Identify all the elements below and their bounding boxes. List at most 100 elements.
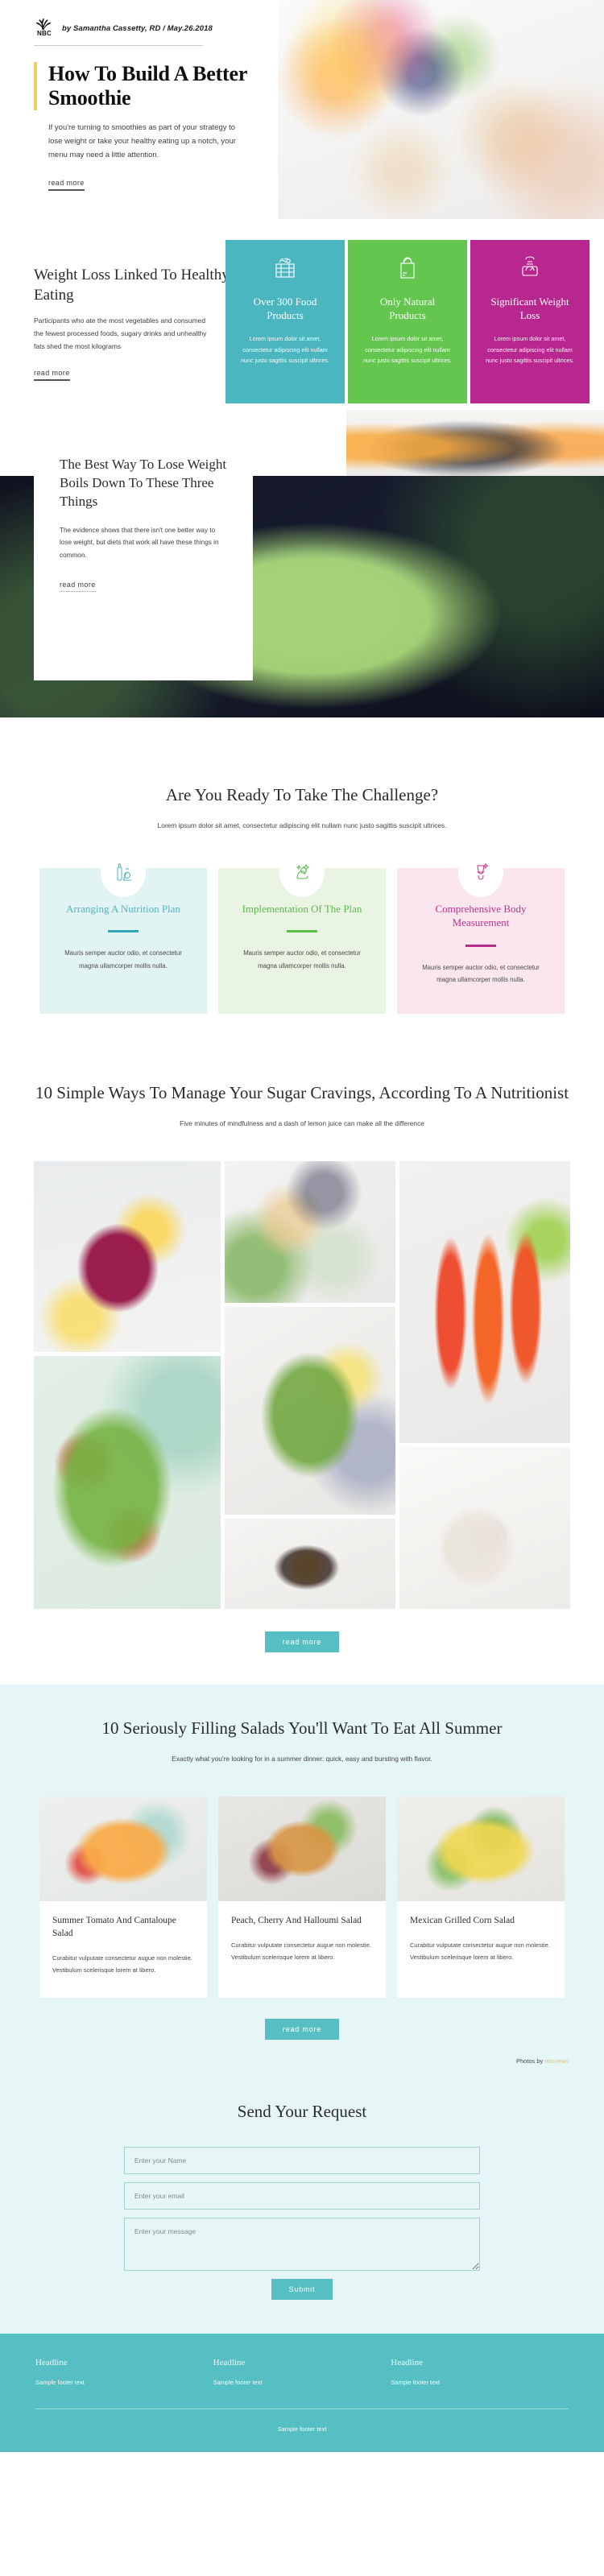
footer-headline: Headline [213,2358,246,2368]
sugar-cravings-section: 10 Simple Ways To Manage Your Sugar Crav… [0,1058,604,1685]
salad-card-text: Curabitur vulputate consectetur augue no… [410,1941,550,1961]
best-way-title: The Best Way To Lose Weight Boils Down T… [60,456,227,510]
page-footer: Headline Sample footer text Headline Sam… [0,2334,604,2453]
salad-card-image [218,1797,386,1902]
footer-column: Headline Sample footer text [391,2358,569,2386]
weight-scale-icon [483,251,577,283]
gallery-photo[interactable] [34,1161,221,1353]
footer-headline: Headline [35,2358,68,2368]
salad-card-text: Curabitur vulputate consectetur augue no… [231,1941,371,1961]
fruit-toast-image [346,409,604,481]
salad-card-image [39,1797,207,1902]
weight-loss-read-more-link[interactable]: read more [34,369,70,381]
gallery-subheading: Five minutes of mindfulness and a dash o… [180,1119,424,1128]
message-input[interactable] [124,2218,480,2272]
challenge-card-title: Implementation Of The Plan [242,902,362,915]
footer-text: Sample footer text [35,2379,85,2387]
nbc-logo-icon: NBC [34,18,55,39]
gallery-heading: 10 Simple Ways To Manage Your Sugar Crav… [35,1082,569,1102]
hero-read-more-link[interactable]: read more [48,179,85,192]
footer-headline: Headline [391,2358,423,2368]
challenge-card-divider [287,930,317,933]
salad-card[interactable]: Peach, Cherry And Halloumi Salad Curabit… [218,1797,386,1998]
footer-text: Sample footer text [213,2379,263,2387]
salad-card-title: Mexican Grilled Corn Salad [410,1916,515,1926]
flexed-arm-icon [279,846,325,897]
salad-card[interactable]: Mexican Grilled Corn Salad Curabitur vul… [397,1797,565,1998]
salad-cards-row: Summer Tomato And Cantaloupe Salad Curab… [0,1797,604,1998]
challenge-card-text: Mauris semper auctor odio, et consectetu… [243,949,361,970]
vegetable-crate-icon [238,251,332,283]
footer-column: Headline Sample footer text [35,2358,213,2386]
gallery-photo[interactable] [225,1519,395,1610]
grocery-bag-icon [361,251,454,283]
salad-card-text: Curabitur vulputate consectetur augue no… [52,1954,192,1974]
best-way-read-more-link[interactable]: read more [60,581,96,592]
weight-loss-title: Weight Loss Linked To Healthy Eating [34,267,230,304]
challenge-card-title: Arranging A Nutrition Plan [66,902,180,915]
photo-credit-link[interactable]: nbcnews [544,2057,569,2065]
challenge-card-divider [465,944,496,947]
weight-loss-paragraph: Participants who ate the most vegetables… [34,316,207,350]
hero-image [278,0,604,219]
feature-card-title: Only Natural Products [379,296,436,322]
landing-page: NBC by Samantha Cassetty, RD / May.26.20… [0,0,604,2453]
hero-section: NBC by Samantha Cassetty, RD / May.26.20… [0,0,604,234]
challenge-subheading: Lorem ipsum dolor sit amet, consectetur … [157,821,447,829]
challenge-card-divider [108,930,139,933]
salad-card[interactable]: Summer Tomato And Cantaloupe Salad Curab… [39,1797,207,1998]
gallery-photo[interactable] [399,1161,570,1444]
salad-card-title: Peach, Cherry And Halloumi Salad [231,1916,362,1926]
healthy-food-bottle-icon [101,846,146,897]
form-heading: Send Your Request [237,2101,367,2121]
gallery-photo[interactable] [225,1161,395,1304]
byline: NBC by Samantha Cassetty, RD / May.26.20… [34,18,266,39]
salads-read-more-button[interactable]: read more [264,2018,340,2040]
feature-card-text: Lorem ipsum dolor sit amet, consectetur … [363,335,452,364]
challenge-card-title: Comprehensive Body Measurement [435,902,527,929]
footer-column: Headline Sample footer text [213,2358,391,2386]
page-title: How To Build A Better Smoothie [48,62,247,110]
challenge-card[interactable]: Arranging A Nutrition Plan Mauris semper… [39,846,207,1014]
photo-credit-prefix: Photos by [515,2057,544,2065]
challenge-card-text: Mauris semper auctor odio, et consectetu… [64,949,182,970]
feature-card-text: Lorem ipsum dolor sit amet, consectetur … [241,335,329,364]
email-input[interactable] [124,2182,480,2210]
challenge-cards-row: Arranging A Nutrition Plan Mauris semper… [0,846,604,1014]
salad-card-title: Summer Tomato And Cantaloupe Salad [52,1916,176,1939]
feature-card-title: Significant Weight Loss [490,296,569,322]
footer-text: Sample footer text [391,2379,441,2387]
salad-card-image [397,1797,565,1902]
gallery-photo[interactable] [225,1307,395,1515]
best-way-section: The Best Way To Lose Weight Boils Down T… [0,403,604,750]
accent-bar [34,62,37,111]
best-way-card: The Best Way To Lose Weight Boils Down T… [34,422,253,680]
body-measure-icon [458,846,503,897]
feature-card-text: Lorem ipsum dolor sit amet, consectetur … [486,335,574,364]
byline-divider [34,45,203,46]
challenge-card[interactable]: Comprehensive Body Measurement Mauris se… [397,846,565,1014]
photo-credit: Photos by nbcnews [0,2057,604,2065]
best-way-paragraph: The evidence shows that there isn't one … [60,526,219,560]
photo-grid [34,1161,570,1610]
request-form-section: Send Your Request Submit [0,2078,604,2334]
byline-text: by Samantha Cassetty, RD / May.26.2018 [62,23,213,33]
feature-card-title: Over 300 Food Products [253,296,317,322]
hero-paragraph: If you're turning to smoothies as part o… [48,123,236,159]
name-input[interactable] [124,2147,480,2175]
footer-bottom-text: Sample footer text [277,2425,327,2433]
salads-subheading: Exactly what you're looking for in a sum… [172,1755,432,1764]
salads-section: 10 Seriously Filling Salads You'll Want … [0,1685,604,2079]
weight-loss-section: Weight Loss Linked To Healthy Eating Par… [0,234,604,498]
submit-button[interactable]: Submit [271,2279,333,2301]
gallery-read-more-button[interactable]: read more [264,1631,340,1653]
salads-heading: 10 Seriously Filling Salads You'll Want … [101,1718,503,1739]
challenge-card-text: Mauris semper auctor odio, et consectetu… [422,963,540,984]
nbc-logo-text: NBC [37,30,52,37]
challenge-section: Are You Ready To Take The Challenge? Lor… [0,749,604,1059]
gallery-photo[interactable] [34,1356,221,1610]
challenge-heading: Are You Ready To Take The Challenge? [165,784,439,804]
gallery-photo[interactable] [399,1447,570,1610]
challenge-card[interactable]: Implementation Of The Plan Mauris semper… [218,846,386,1014]
request-form: Submit [124,2147,480,2301]
